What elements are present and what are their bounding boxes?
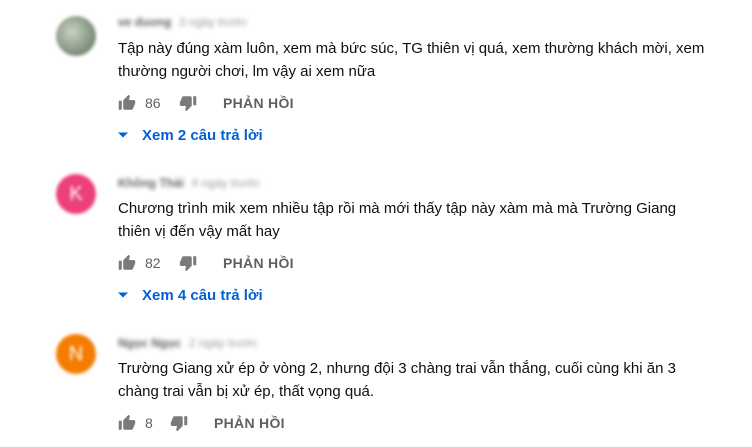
- thumb-down-icon[interactable]: [170, 414, 188, 432]
- avatar-letter: K: [69, 182, 83, 205]
- author-name[interactable]: Không Thái: [118, 176, 184, 190]
- comment-text: Tập này đúng xàm luôn, xem mà bức súc, T…: [118, 40, 705, 80]
- view-replies-button[interactable]: Xem 4 câu trả lời: [118, 284, 263, 306]
- like-count: 82: [145, 255, 161, 271]
- like-count: 86: [145, 95, 161, 111]
- comment-timestamp[interactable]: 4 ngày trước: [191, 176, 260, 190]
- comment-header: Không Thái 4 ngày trước: [118, 176, 260, 190]
- comment-actions: 8 PHẢN HỒI: [118, 411, 285, 435]
- thumb-up-icon[interactable]: [118, 94, 136, 112]
- avatar-letter: N: [68, 342, 84, 365]
- view-replies-label: Xem 2 câu trả lời: [142, 126, 263, 144]
- reply-button[interactable]: PHẢN HỒI: [223, 95, 294, 111]
- author-name[interactable]: Ngọc Ngọc: [118, 336, 181, 350]
- view-replies-label: Xem 4 câu trả lời: [142, 286, 263, 304]
- avatar[interactable]: N: [56, 334, 96, 374]
- comment-text: Trường Giang xử ép ở vòng 2, nhưng đội 3…: [118, 360, 676, 400]
- like-count: 8: [145, 415, 153, 431]
- thumb-down-icon[interactable]: [179, 94, 197, 112]
- comment-timestamp[interactable]: 2 ngày trước: [189, 336, 258, 350]
- avatar[interactable]: [56, 16, 96, 56]
- thumb-up-icon[interactable]: [118, 254, 136, 272]
- author-name[interactable]: ve duong: [118, 15, 171, 29]
- caret-down-icon: [118, 290, 128, 300]
- comment-header: ve duong 3 ngày trước: [118, 15, 247, 29]
- comment-text: Chương trình mik xem nhiều tập rồi mà mớ…: [118, 200, 677, 240]
- reply-button[interactable]: PHẢN HỒI: [214, 415, 285, 431]
- comment-header: Ngọc Ngọc 2 ngày trước: [118, 336, 257, 350]
- caret-down-icon: [118, 130, 128, 140]
- comment-actions: 82 PHẢN HỒI: [118, 251, 294, 275]
- reply-button[interactable]: PHẢN HỒI: [223, 255, 294, 271]
- comment-timestamp[interactable]: 3 ngày trước: [179, 15, 248, 29]
- thumb-down-icon[interactable]: [179, 254, 197, 272]
- thumb-up-icon[interactable]: [118, 414, 136, 432]
- comment-actions: 86 PHẢN HỒI: [118, 91, 294, 115]
- avatar[interactable]: K: [56, 174, 96, 214]
- view-replies-button[interactable]: Xem 2 câu trả lời: [118, 124, 263, 146]
